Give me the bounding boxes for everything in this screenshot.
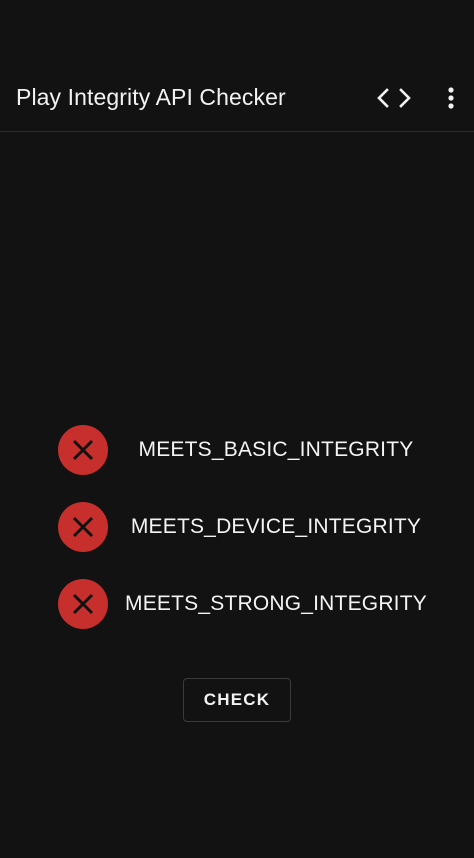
fail-status-badge	[58, 425, 108, 475]
app-bar: Play Integrity API Checker	[0, 66, 474, 132]
app-title: Play Integrity API Checker	[16, 84, 286, 110]
check-row-strong-integrity: MEETS_STRONG_INTEGRITY	[0, 574, 474, 634]
more-options-button[interactable]	[429, 78, 473, 118]
code-button[interactable]	[372, 78, 416, 118]
fail-status-badge	[58, 502, 108, 552]
check-row-basic-integrity: MEETS_BASIC_INTEGRITY	[0, 420, 474, 480]
check-label: MEETS_STRONG_INTEGRITY	[125, 592, 427, 615]
close-icon	[72, 516, 94, 538]
code-icon	[377, 88, 411, 108]
more-vert-icon	[448, 87, 454, 109]
close-icon	[72, 593, 94, 615]
fail-status-badge	[58, 579, 108, 629]
check-row-device-integrity: MEETS_DEVICE_INTEGRITY	[0, 497, 474, 557]
check-button[interactable]: CHECK	[183, 678, 291, 722]
check-label: MEETS_DEVICE_INTEGRITY	[130, 515, 422, 538]
close-icon	[72, 439, 94, 461]
check-label: MEETS_BASIC_INTEGRITY	[138, 438, 414, 461]
